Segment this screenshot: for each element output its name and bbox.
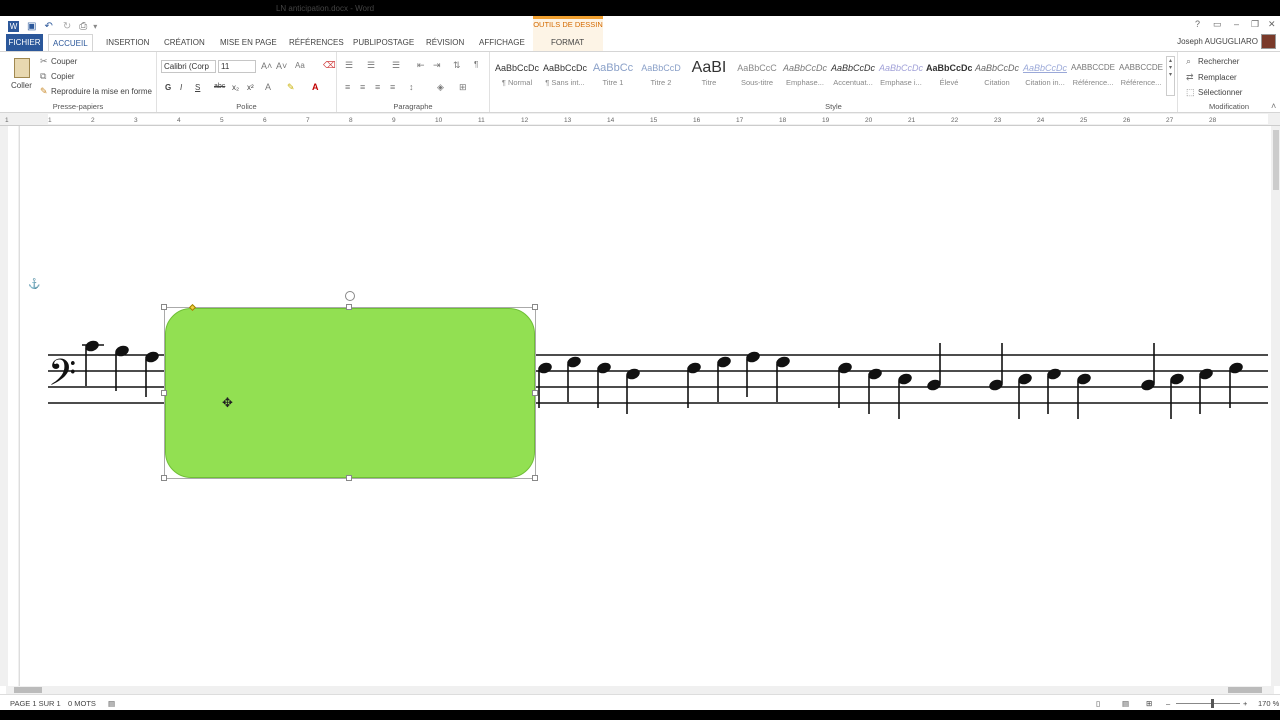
resize-handle-ne[interactable] <box>532 304 538 310</box>
horizontal-scroll-thumb-right[interactable] <box>1228 687 1262 693</box>
resize-handle-sw[interactable] <box>161 475 167 481</box>
print-layout-icon[interactable]: ▤ <box>1122 699 1129 708</box>
resize-handle-e[interactable] <box>532 390 538 396</box>
status-bar <box>0 694 1280 710</box>
zoom-slider-thumb[interactable] <box>1211 699 1214 708</box>
resize-handle-se[interactable] <box>532 475 538 481</box>
web-layout-icon[interactable]: ⊞ <box>1146 699 1152 708</box>
anchor-icon: ⚓ <box>28 279 41 290</box>
move-cursor-icon: ✥ <box>222 395 233 410</box>
vertical-scroll-thumb[interactable] <box>1273 130 1279 190</box>
page-count[interactable]: PAGE 1 SUR 1 <box>10 699 61 708</box>
word-count[interactable]: 0 MOTS <box>68 699 96 708</box>
selection-frame <box>164 307 536 479</box>
horizontal-scrollbar[interactable] <box>6 686 1274 694</box>
bass-clef: 𝄢 <box>48 352 76 403</box>
resize-handle-w[interactable] <box>161 390 167 396</box>
rotate-handle[interactable] <box>345 291 355 301</box>
resize-handle-s[interactable] <box>346 475 352 481</box>
resize-handle-nw[interactable] <box>161 304 167 310</box>
zoom-out-button[interactable]: – <box>1166 699 1170 708</box>
zoom-level[interactable]: 170 % <box>1258 699 1279 708</box>
zoom-slider[interactable] <box>1176 703 1240 704</box>
zoom-in-button[interactable]: + <box>1243 699 1247 708</box>
resize-handle-n[interactable] <box>346 304 352 310</box>
proofing-icon[interactable]: ▤ <box>108 699 115 708</box>
horizontal-scroll-thumb[interactable] <box>14 687 42 693</box>
vertical-scrollbar[interactable] <box>1271 126 1280 686</box>
read-mode-icon[interactable]: ▯ <box>1096 699 1100 708</box>
